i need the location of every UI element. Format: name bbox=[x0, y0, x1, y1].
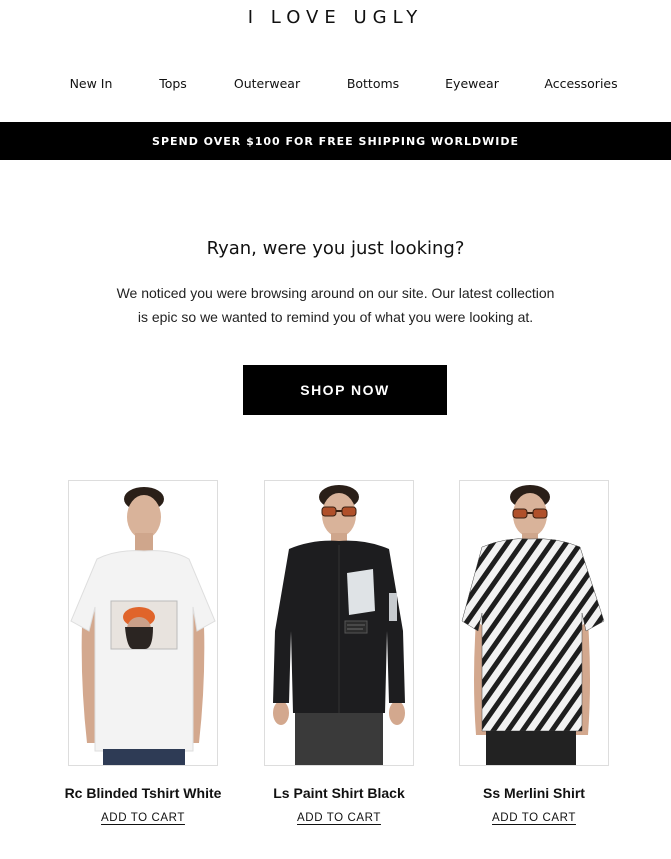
brand-logo[interactable]: I LOVE UGLY bbox=[0, 7, 671, 28]
nav-item-tops[interactable]: Tops bbox=[159, 76, 187, 91]
add-to-cart-link[interactable]: ADD TO CART bbox=[297, 812, 381, 824]
product-name[interactable]: Ls Paint Shirt Black bbox=[241, 785, 437, 801]
nav-item-eyewear[interactable]: Eyewear bbox=[445, 76, 499, 91]
hero-body: We noticed you were browsing around on o… bbox=[100, 281, 571, 329]
product-name[interactable]: Rc Blinded Tshirt White bbox=[45, 785, 241, 801]
add-to-cart-wrapper: ADD TO CART bbox=[241, 808, 437, 826]
product-card: Rc Blinded Tshirt White ADD TO CART bbox=[45, 480, 241, 824]
add-to-cart-wrapper: ADD TO CART bbox=[45, 808, 241, 826]
product-card: Ls Paint Shirt Black ADD TO CART bbox=[241, 480, 437, 824]
shipping-banner: SPEND OVER $100 FOR FREE SHIPPING WORLDW… bbox=[0, 122, 671, 160]
model-white-tshirt-image bbox=[69, 481, 217, 765]
add-to-cart-link[interactable]: ADD TO CART bbox=[492, 812, 576, 824]
shipping-banner-text: SPEND OVER $100 FOR FREE SHIPPING WORLDW… bbox=[152, 134, 519, 148]
nav-item-new-in[interactable]: New In bbox=[70, 76, 113, 91]
hero-body-line-1: We noticed you were browsing around on o… bbox=[116, 285, 555, 301]
nav-item-outerwear[interactable]: Outerwear bbox=[234, 76, 300, 91]
product-image[interactable] bbox=[68, 480, 218, 766]
hero-headline: Ryan, were you just looking? bbox=[206, 238, 465, 259]
product-image[interactable] bbox=[459, 480, 609, 766]
nav-item-bottoms[interactable]: Bottoms bbox=[347, 76, 399, 91]
model-black-shirt-image bbox=[265, 481, 413, 765]
hero-body-line-2: is epic so we wanted to remind you of wh… bbox=[137, 309, 534, 325]
add-to-cart-wrapper: ADD TO CART bbox=[436, 808, 632, 826]
product-name[interactable]: Ss Merlini Shirt bbox=[436, 785, 632, 801]
nav-item-accessories[interactable]: Accessories bbox=[544, 76, 617, 91]
add-to-cart-link[interactable]: ADD TO CART bbox=[101, 812, 185, 824]
shop-now-button[interactable]: SHOP NOW bbox=[243, 365, 447, 415]
product-image[interactable] bbox=[264, 480, 414, 766]
main-nav: New In Tops Outerwear Bottoms Eyewear Ac… bbox=[0, 76, 671, 94]
model-patterned-shirt-image bbox=[460, 481, 608, 765]
product-card: Ss Merlini Shirt ADD TO CART bbox=[436, 480, 632, 824]
